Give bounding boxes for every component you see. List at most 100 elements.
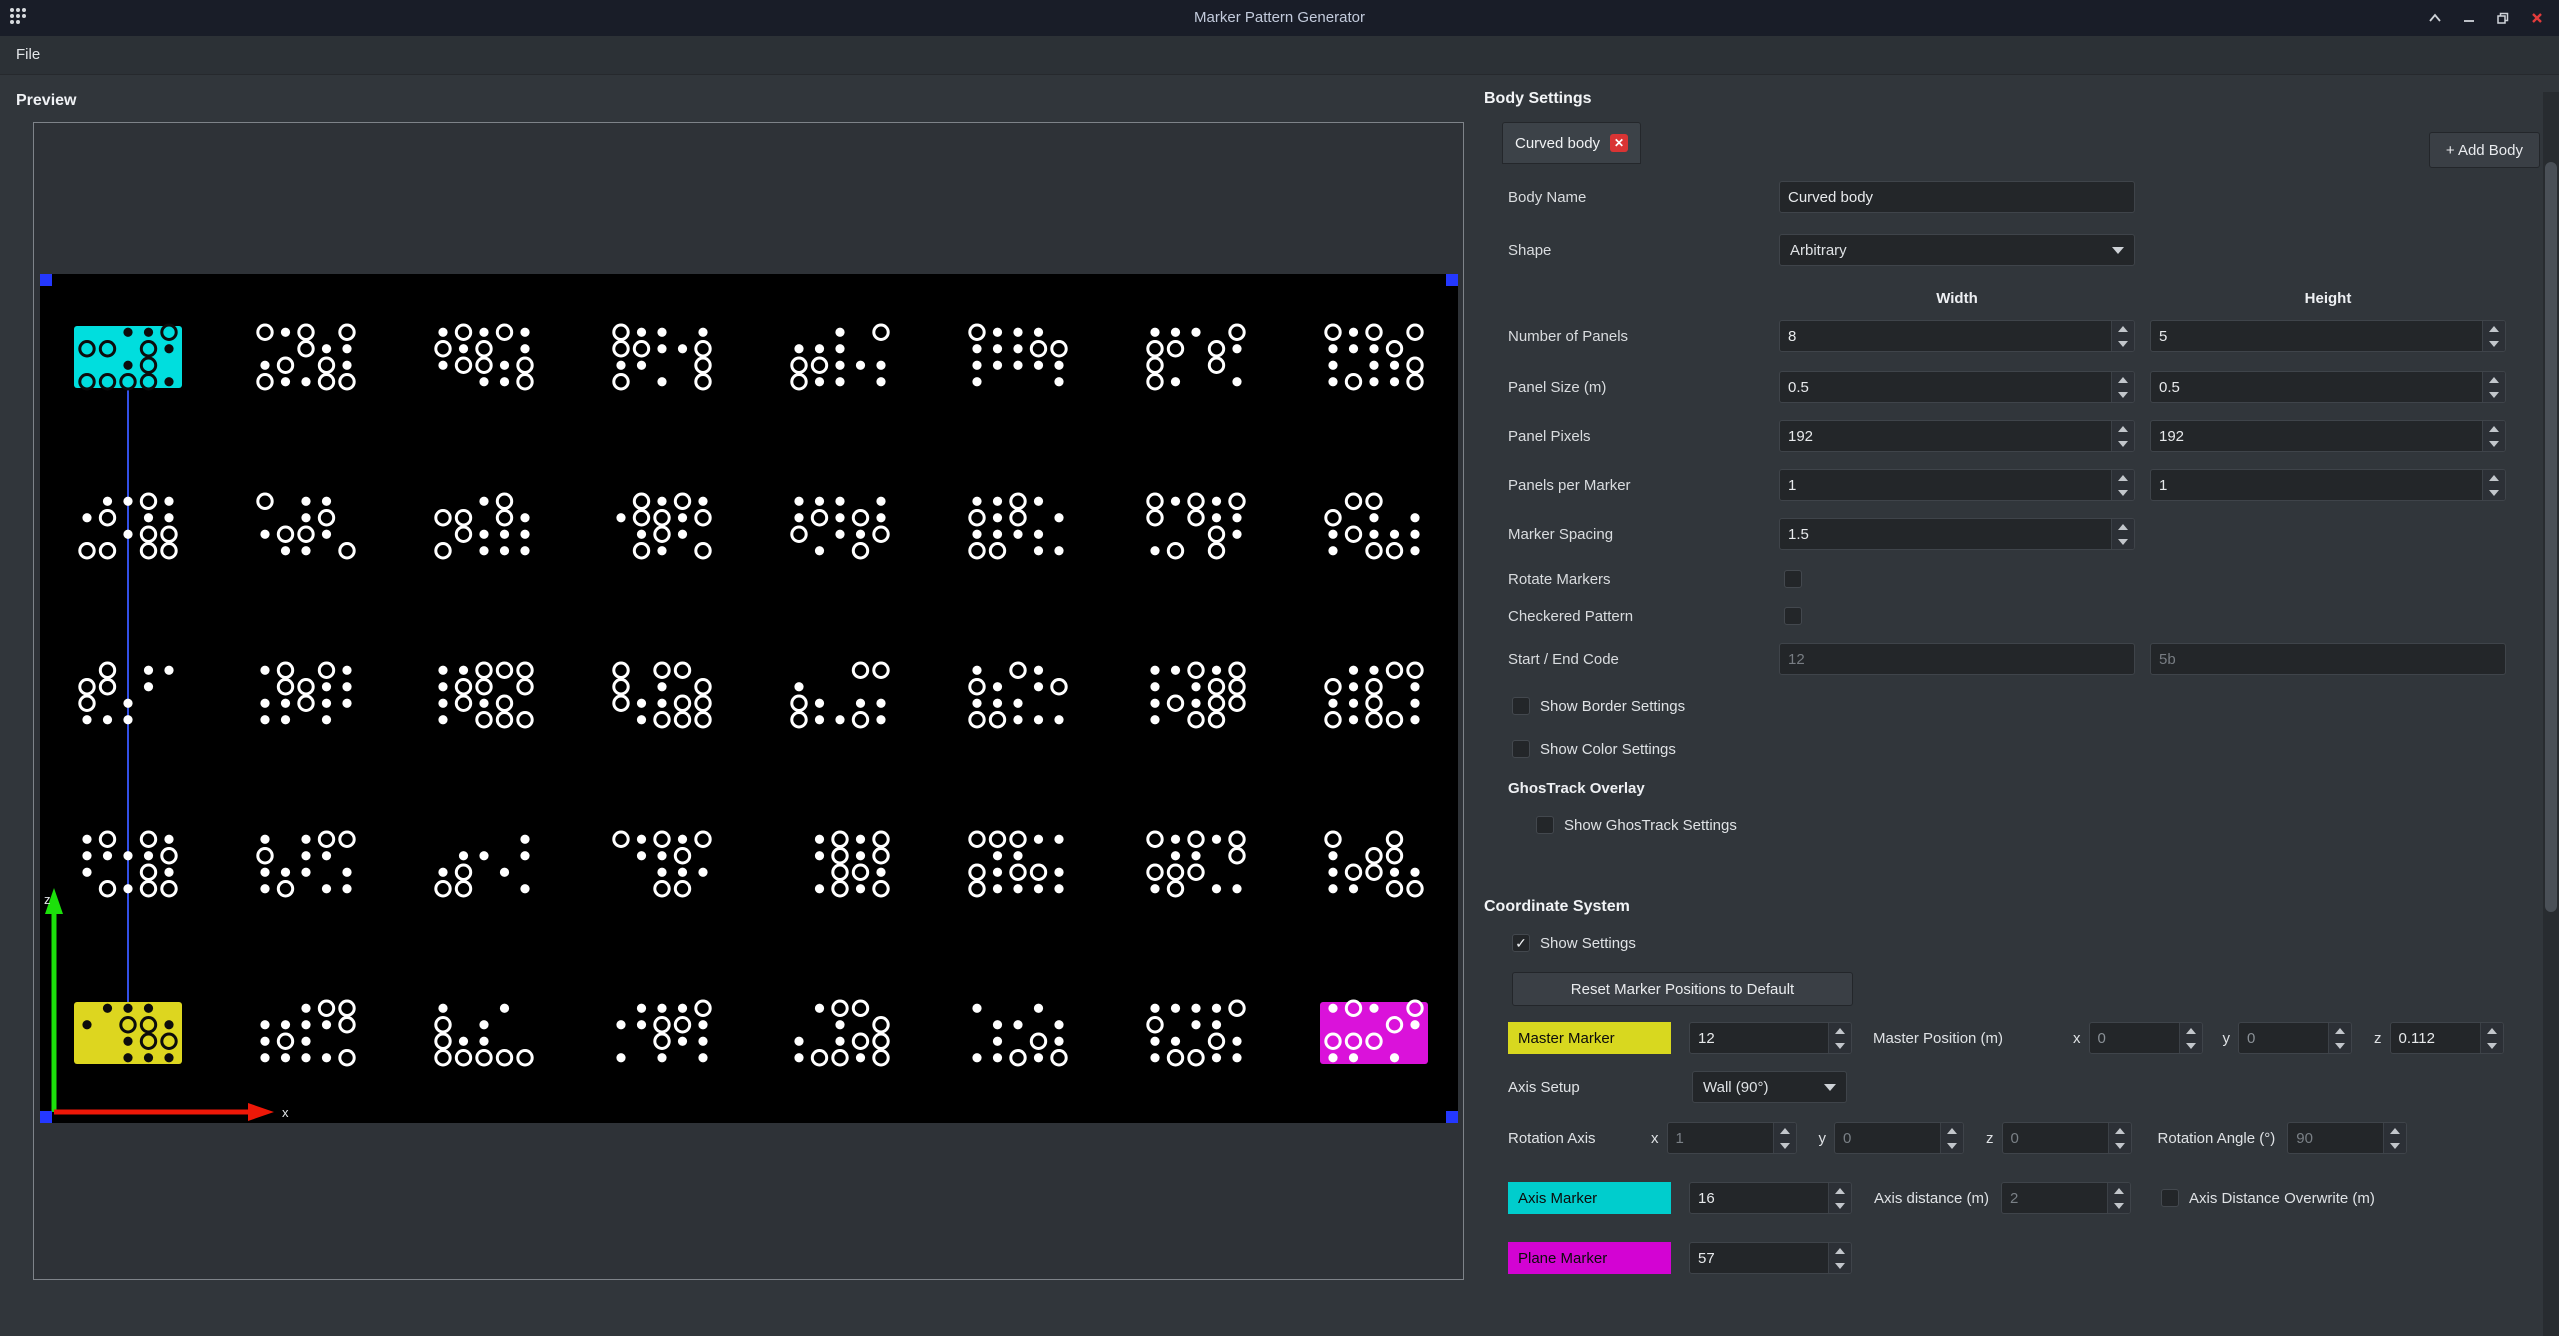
plane-marker-row: Plane Marker	[1508, 1242, 1852, 1274]
panel-pixels-width-input[interactable]	[1779, 420, 2135, 452]
spinner-buttons[interactable]	[2111, 321, 2134, 351]
title-bar[interactable]: Marker Pattern Generator	[0, 0, 2559, 36]
spinner-buttons[interactable]	[2179, 1023, 2202, 1053]
start-code-input[interactable]	[1779, 643, 2135, 675]
minimize-icon[interactable]	[2453, 4, 2485, 32]
start-end-code-label: Start / End Code	[1508, 651, 1779, 668]
master-x-label: x	[2073, 1030, 2081, 1047]
number-of-panels-width-input[interactable]	[1779, 320, 2135, 352]
preview-canvas[interactable]: zx	[40, 274, 1458, 1123]
rotation-x-spinbox[interactable]	[1667, 1122, 1797, 1154]
panel-size-row: Panel Size (m)	[1508, 371, 2506, 403]
reset-marker-positions-button[interactable]: Reset Marker Positions to Default	[1512, 972, 1853, 1006]
spinner-buttons[interactable]	[2111, 519, 2134, 549]
maximize-icon[interactable]	[2487, 4, 2519, 32]
tab-label: Curved body	[1515, 135, 1600, 152]
master-x-spinbox[interactable]	[2089, 1022, 2203, 1054]
rotation-y-spinbox[interactable]	[1834, 1122, 1964, 1154]
keep-above-icon[interactable]	[2419, 4, 2451, 32]
shape-row: Shape Arbitrary	[1508, 234, 2135, 266]
spinner-buttons[interactable]	[1828, 1023, 1851, 1053]
number-of-panels-row: Number of Panels	[1508, 320, 2506, 352]
menu-file[interactable]: File	[0, 36, 56, 74]
close-icon[interactable]	[2521, 4, 2553, 32]
show-color-settings-row: Show Color Settings	[1512, 737, 1676, 761]
menu-bar: File	[0, 36, 2559, 75]
master-y-spinbox[interactable]	[2238, 1022, 2352, 1054]
rotation-z-label: z	[1986, 1130, 1994, 1147]
rotation-angle-spinbox[interactable]	[2287, 1122, 2407, 1154]
spinner-buttons[interactable]	[2482, 421, 2505, 451]
show-border-settings-checkbox[interactable]	[1512, 697, 1530, 715]
spinner-buttons[interactable]	[2107, 1183, 2130, 1213]
show-settings-checkbox[interactable]	[1512, 934, 1530, 952]
panels-per-marker-width-input[interactable]	[1779, 469, 2135, 501]
spinner-buttons[interactable]	[2480, 1023, 2503, 1053]
tab-close-icon[interactable]	[1610, 134, 1628, 152]
checkered-pattern-label: Checkered Pattern	[1508, 608, 1779, 625]
master-z-spinbox[interactable]	[2390, 1022, 2504, 1054]
tab-curved-body[interactable]: Curved body	[1502, 122, 1641, 164]
axis-distance-overwrite-checkbox[interactable]	[2161, 1189, 2179, 1207]
master-z-label: z	[2374, 1030, 2382, 1047]
show-settings-label: Show Settings	[1540, 935, 1636, 952]
panels-per-marker-width-spinbox[interactable]	[1779, 469, 2135, 501]
number-of-panels-height-spinbox[interactable]	[2150, 320, 2506, 352]
master-marker-spinbox[interactable]	[1689, 1022, 1852, 1054]
show-color-settings-checkbox[interactable]	[1512, 740, 1530, 758]
spinner-buttons[interactable]	[2482, 372, 2505, 402]
spinner-buttons[interactable]	[2328, 1023, 2351, 1053]
master-marker-row: Master Marker Master Position (m) x y z	[1508, 1022, 2504, 1054]
panel-pixels-height-spinbox[interactable]	[2150, 420, 2506, 452]
plane-marker-spinbox[interactable]	[1689, 1242, 1852, 1274]
window-title: Marker Pattern Generator	[0, 0, 2559, 36]
show-ghostrack-settings-checkbox[interactable]	[1536, 816, 1554, 834]
panel-size-width-input[interactable]	[1779, 371, 2135, 403]
axis-setup-dropdown[interactable]: Wall (90°)	[1692, 1071, 1847, 1103]
axis-distance-spinbox[interactable]	[2001, 1182, 2131, 1214]
spinner-buttons[interactable]	[2482, 321, 2505, 351]
end-code-input[interactable]	[2150, 643, 2506, 675]
vertical-scrollbar[interactable]	[2543, 92, 2559, 1336]
marker-spacing-spinbox[interactable]	[1779, 518, 2135, 550]
rotation-z-spinbox[interactable]	[2002, 1122, 2132, 1154]
marker-spacing-label: Marker Spacing	[1508, 526, 1779, 543]
add-body-button[interactable]: + Add Body	[2429, 132, 2540, 168]
panel-size-width-spinbox[interactable]	[1779, 371, 2135, 403]
panels-per-marker-height-input[interactable]	[2150, 469, 2506, 501]
scrollbar-thumb[interactable]	[2545, 162, 2557, 912]
spinner-buttons[interactable]	[2111, 421, 2134, 451]
spinner-buttons[interactable]	[2482, 470, 2505, 500]
body-name-row: Body Name	[1508, 181, 2135, 213]
start-end-code-row: Start / End Code	[1508, 643, 2506, 675]
app-icon	[8, 6, 28, 30]
spinner-buttons[interactable]	[2383, 1123, 2406, 1153]
panel-size-height-input[interactable]	[2150, 371, 2506, 403]
axis-marker-spinbox[interactable]	[1689, 1182, 1852, 1214]
body-name-input[interactable]	[1779, 181, 2135, 213]
panel-pixels-width-spinbox[interactable]	[1779, 420, 2135, 452]
spinner-buttons[interactable]	[2111, 470, 2134, 500]
rotation-x-label: x	[1651, 1130, 1659, 1147]
spinner-buttons[interactable]	[2108, 1123, 2131, 1153]
spinner-buttons[interactable]	[1773, 1123, 1796, 1153]
spinner-buttons[interactable]	[1940, 1123, 1963, 1153]
marker-spacing-input[interactable]	[1779, 518, 2135, 550]
panel-pixels-height-input[interactable]	[2150, 420, 2506, 452]
panel-size-height-spinbox[interactable]	[2150, 371, 2506, 403]
spinner-buttons[interactable]	[1828, 1243, 1851, 1273]
number-of-panels-height-input[interactable]	[2150, 320, 2506, 352]
plane-marker-chip: Plane Marker	[1508, 1242, 1671, 1274]
shape-dropdown[interactable]: Arbitrary	[1779, 234, 2135, 266]
panels-per-marker-height-spinbox[interactable]	[2150, 469, 2506, 501]
width-column-header: Width	[1779, 290, 2135, 307]
rotation-angle-label: Rotation Angle (°)	[2158, 1130, 2276, 1147]
number-of-panels-width-spinbox[interactable]	[1779, 320, 2135, 352]
rotate-markers-checkbox[interactable]	[1784, 570, 1802, 588]
rotate-markers-label: Rotate Markers	[1508, 571, 1779, 588]
shape-label: Shape	[1508, 242, 1779, 259]
spinner-buttons[interactable]	[2111, 372, 2134, 402]
spinner-buttons[interactable]	[1828, 1183, 1851, 1213]
checkered-pattern-checkbox[interactable]	[1784, 607, 1802, 625]
axis-setup-row: Axis Setup Wall (90°)	[1508, 1071, 1847, 1103]
